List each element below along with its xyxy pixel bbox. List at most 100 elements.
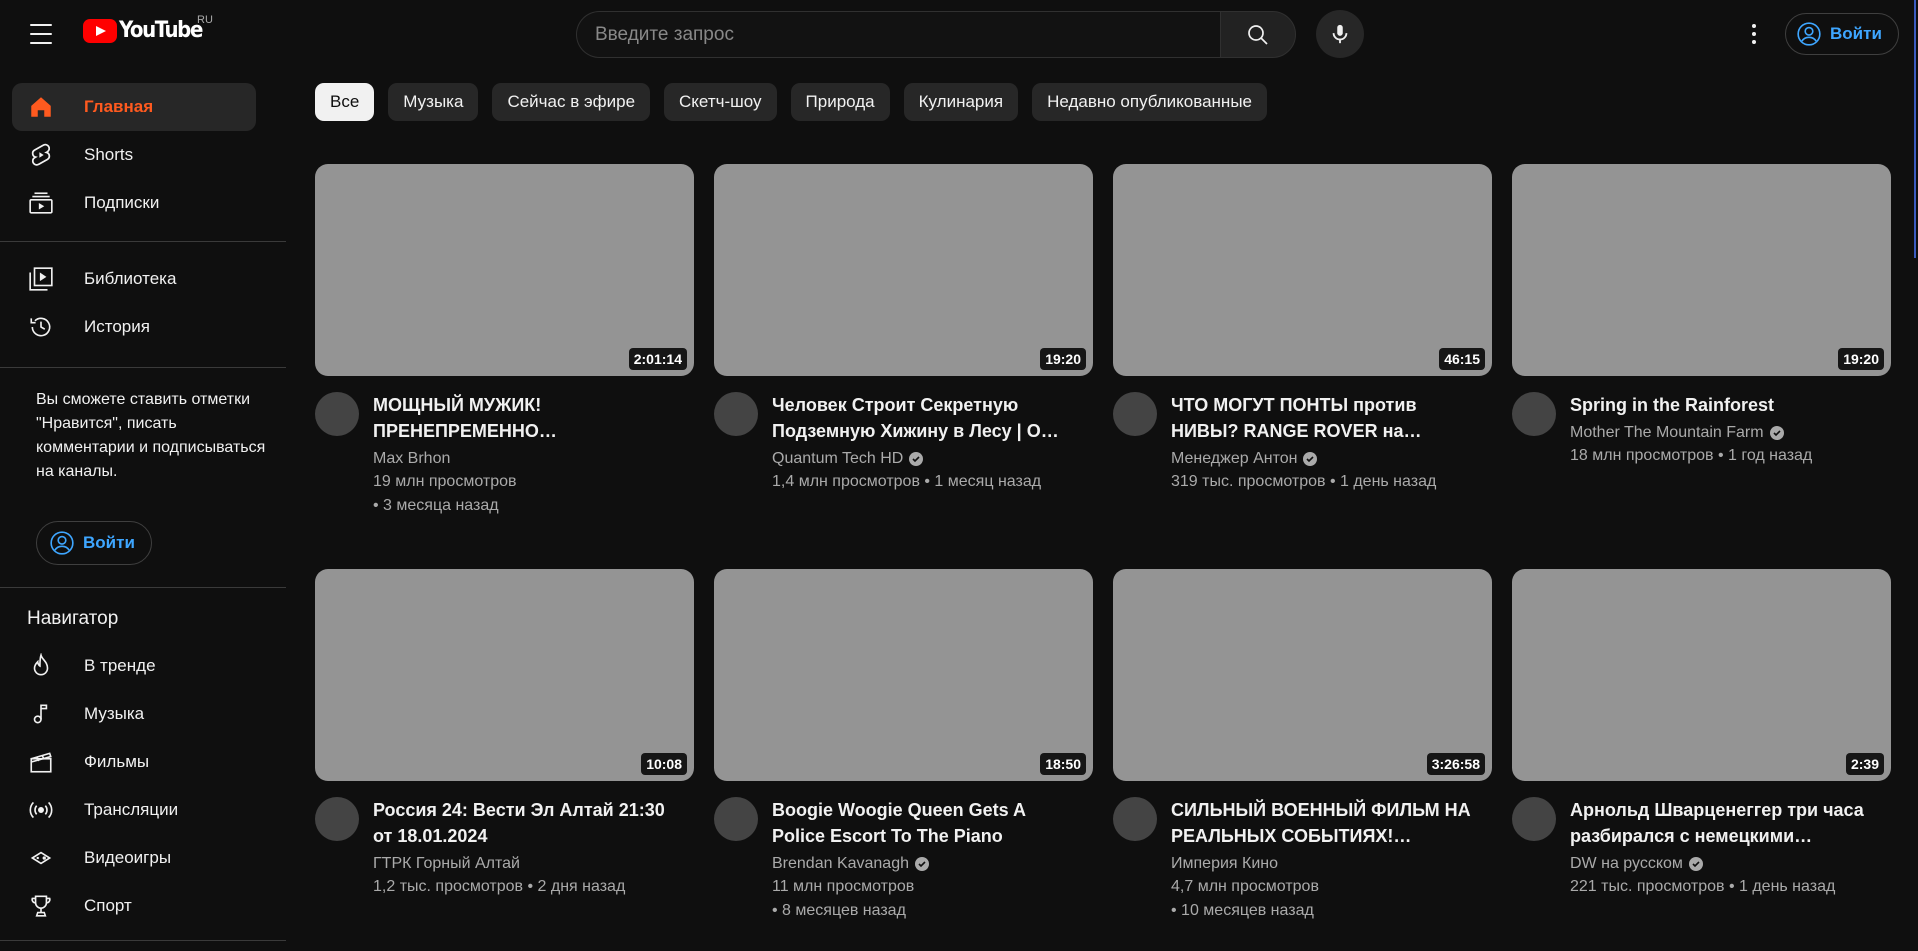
sidebar-item-subscriptions[interactable]: Подписки [12, 179, 256, 227]
video-title[interactable]: Boogie Woogie Queen Gets A Police Escort… [772, 797, 1072, 849]
video-title[interactable]: Spring in the Rainforest [1570, 392, 1870, 418]
channel-name[interactable]: Империя Кино [1171, 853, 1278, 875]
video-title[interactable]: ЧТО МОГУТ ПОНТЫ против НИВЫ? RANGE ROVER… [1171, 392, 1471, 444]
sidebar-item-sports[interactable]: Спорт [12, 882, 256, 930]
video-meta: Boogie Woogie Queen Gets A Police Escort… [714, 797, 1093, 923]
home-icon [27, 93, 55, 121]
video-thumbnail[interactable]: 18:50 [714, 569, 1093, 781]
video-card[interactable]: 19:20 Человек Строит Секретную Подземную … [714, 164, 1093, 569]
video-thumbnail[interactable]: 2:39 [1512, 569, 1891, 781]
chip-nature[interactable]: Природа [790, 83, 890, 121]
video-card[interactable]: 46:15 ЧТО МОГУТ ПОНТЫ против НИВЫ? RANGE … [1113, 164, 1492, 569]
gaming-icon [27, 844, 55, 872]
sidebar-item-label: Shorts [84, 145, 134, 164]
channel-name[interactable]: DW на русском [1570, 853, 1683, 875]
video-thumbnail[interactable]: 2:01:14 [315, 164, 694, 376]
more-options-icon[interactable] [1734, 14, 1774, 54]
video-meta: СИЛЬНЫЙ ВОЕННЫЙ ФИЛЬМ НА РЕАЛЬНЫХ СОБЫТИ… [1113, 797, 1492, 923]
video-thumbnail[interactable]: 46:15 [1113, 164, 1492, 376]
video-card[interactable]: 18:50 Boogie Woogie Queen Gets A Police E… [714, 569, 1093, 951]
chip-sketch[interactable]: Скетч-шоу [664, 83, 777, 121]
movies-icon [27, 748, 55, 776]
sidebar-item-gaming[interactable]: Видеоигры [12, 834, 256, 882]
video-info: Россия 24: Вести Эл Алтай 21:30 от 18.01… [373, 797, 673, 899]
video-thumbnail[interactable]: 3:26:58 [1113, 569, 1492, 781]
channel-name-row: ГТРК Горный Алтай [373, 853, 673, 875]
video-title[interactable]: Россия 24: Вести Эл Алтай 21:30 от 18.01… [373, 797, 673, 849]
channel-avatar[interactable] [1512, 797, 1556, 841]
sidebar-item-live[interactable]: Трансляции [12, 786, 256, 834]
verified-icon [1769, 426, 1784, 440]
channel-name[interactable]: Brendan Kavanagh [772, 853, 909, 875]
video-views: 221 тыс. просмотров • 1 день назад [1570, 878, 1836, 895]
video-title[interactable]: СИЛЬНЫЙ ВОЕННЫЙ ФИЛЬМ НА РЕАЛЬНЫХ СОБЫТИ… [1171, 797, 1471, 849]
video-meta: Россия 24: Вести Эл Алтай 21:30 от 18.01… [315, 797, 694, 899]
video-views: 11 млн просмотров [772, 878, 915, 895]
video-duration: 18:50 [1040, 753, 1086, 775]
sidebar-divider [0, 241, 286, 242]
sidebar-item-library[interactable]: Библиотека [12, 255, 256, 303]
video-info: Арнольд Шварценеггер три часа разбирался… [1570, 797, 1870, 899]
sidebar-item-history[interactable]: История [12, 303, 256, 351]
sidebar-item-label: Фильмы [84, 752, 150, 771]
search-button[interactable] [1220, 11, 1296, 58]
channel-avatar[interactable] [714, 797, 758, 841]
chip-music[interactable]: Музыка [388, 83, 479, 121]
video-meta: Spring in the Rainforest Mother The Mount… [1512, 392, 1891, 468]
video-card[interactable]: 19:20 Spring in the Rainforest Mother The … [1512, 164, 1891, 569]
microphone-icon [1332, 24, 1348, 44]
verified-icon [1303, 452, 1318, 466]
channel-avatar[interactable] [1113, 392, 1157, 436]
video-title[interactable]: Арнольд Шварценеггер три часа разбирался… [1570, 797, 1870, 849]
video-thumbnail[interactable]: 19:20 [1512, 164, 1891, 376]
channel-avatar[interactable] [1512, 392, 1556, 436]
youtube-play-icon [83, 18, 117, 43]
sidebar-item-trending[interactable]: В тренде [12, 642, 256, 690]
sidebar-item-home[interactable]: Главная [12, 83, 256, 131]
signin-label: Войти [83, 533, 135, 552]
music-icon [27, 700, 55, 728]
sidebar-item-label: Главная [84, 97, 154, 116]
channel-avatar[interactable] [315, 392, 359, 436]
video-card[interactable]: 2:01:14 МОЩНЫЙ МУЖИК! ПРЕНЕПРЕМЕННО… Max B… [315, 164, 694, 569]
channel-avatar[interactable] [714, 392, 758, 436]
menu-icon[interactable] [24, 20, 58, 48]
video-card[interactable]: 3:26:58 СИЛЬНЫЙ ВОЕННЫЙ ФИЛЬМ НА РЕАЛЬНЫХ… [1113, 569, 1492, 951]
chip-live[interactable]: Сейчас в эфире [492, 83, 651, 121]
scrollbar-thumb[interactable] [1914, 0, 1916, 258]
video-title[interactable]: Человек Строит Секретную Подземную Хижин… [772, 392, 1072, 444]
video-meta: ЧТО МОГУТ ПОНТЫ против НИВЫ? RANGE ROVER… [1113, 392, 1492, 494]
video-card[interactable]: 10:08 Россия 24: Вести Эл Алтай 21:30 от … [315, 569, 694, 951]
channel-name[interactable]: Mother The Mountain Farm [1570, 422, 1764, 444]
chip-all[interactable]: Все [315, 83, 375, 121]
video-thumbnail[interactable]: 19:20 [714, 164, 1093, 376]
signin-button[interactable]: Войти [1785, 13, 1899, 55]
channel-avatar[interactable] [1113, 797, 1157, 841]
video-card[interactable]: 2:39 Арнольд Шварценеггер три часа разбир… [1512, 569, 1891, 951]
voice-search-button[interactable] [1316, 10, 1364, 58]
channel-name[interactable]: ГТРК Горный Алтай [373, 853, 520, 875]
sidebar-item-label: Спорт [84, 896, 132, 915]
youtube-logo[interactable]: YouTube RU [83, 14, 213, 43]
video-thumbnail[interactable]: 10:08 [315, 569, 694, 781]
sidebar-item-shorts[interactable]: Shorts [12, 131, 256, 179]
channel-name[interactable]: Менеджер Антон [1171, 448, 1297, 470]
video-duration: 10:08 [641, 753, 687, 775]
library-icon [27, 265, 55, 293]
chip-recently-uploaded[interactable]: Недавно опубликованные [1032, 83, 1267, 121]
sidebar-signin-button[interactable]: Войти [36, 521, 152, 565]
video-views: 1,4 млн просмотров • 1 месяц назад [772, 473, 1042, 490]
channel-name-row: Mother The Mountain Farm [1570, 422, 1870, 444]
country-code: RU [197, 14, 213, 26]
sidebar-item-label: Подписки [84, 193, 160, 212]
search-input[interactable] [576, 11, 1220, 58]
channel-avatar[interactable] [315, 797, 359, 841]
sidebar-item-movies[interactable]: Фильмы [12, 738, 256, 786]
signin-prompt: Вы сможете ставить отметки "Нравится", п… [36, 391, 266, 480]
video-title[interactable]: МОЩНЫЙ МУЖИК! ПРЕНЕПРЕМЕННО… [373, 392, 673, 444]
channel-name[interactable]: Max Brhon [373, 448, 450, 470]
channel-name[interactable]: Quantum Tech HD [772, 448, 903, 470]
sidebar-item-music[interactable]: Музыка [12, 690, 256, 738]
video-info: ЧТО МОГУТ ПОНТЫ против НИВЫ? RANGE ROVER… [1171, 392, 1471, 494]
chip-cooking[interactable]: Кулинария [903, 83, 1019, 121]
